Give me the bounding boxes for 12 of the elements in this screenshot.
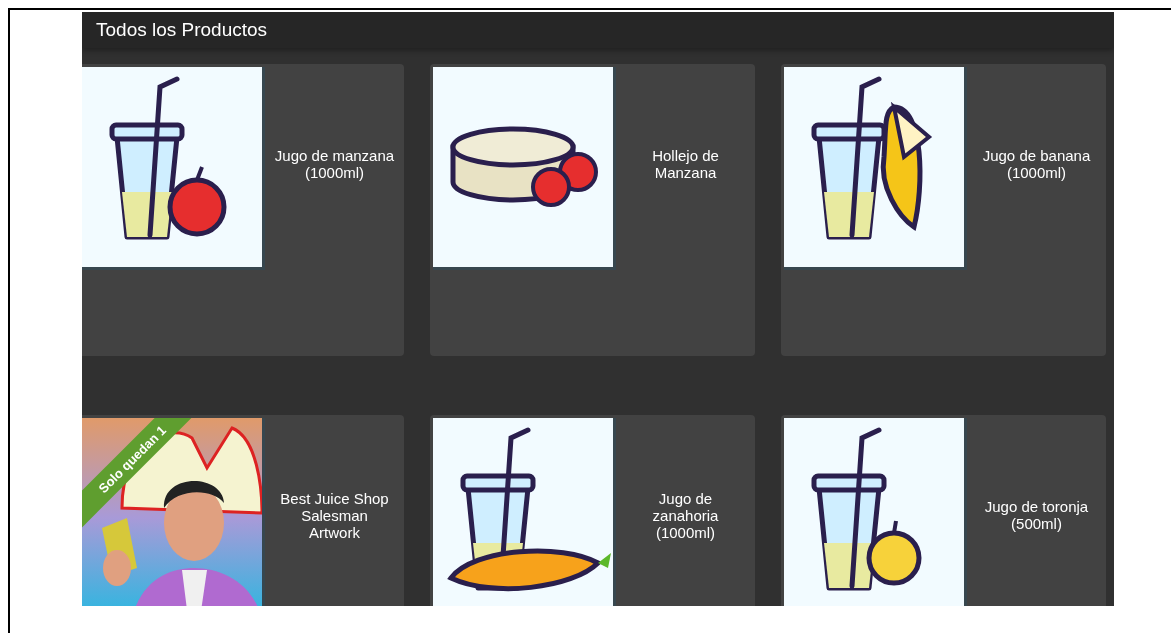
product-name: Jugo de banana (1000ml) (981, 147, 1092, 181)
product-name: Jugo de toronja (500ml) (983, 498, 1090, 532)
product-card[interactable]: Jugo de toronja (500ml) (781, 415, 1106, 606)
page-title: Todos los Productos (82, 12, 1114, 48)
product-card[interactable]: Hollejo de Manzana (430, 64, 755, 356)
product-card[interactable]: Jugo de banana (1000ml) (781, 64, 1106, 356)
product-name: Jugo de manzana (1000ml) (274, 147, 395, 181)
product-name: Jugo de zanahoria (1000ml) (651, 489, 720, 541)
product-name: Hollejo de Manzana (651, 147, 720, 181)
product-card[interactable]: Jugo de zanahoria (1000ml) (430, 415, 755, 606)
product-card[interactable]: Jugo de manzana (1000ml) (82, 64, 404, 356)
product-name: Best Juice Shop Salesman Artwork (279, 489, 390, 541)
